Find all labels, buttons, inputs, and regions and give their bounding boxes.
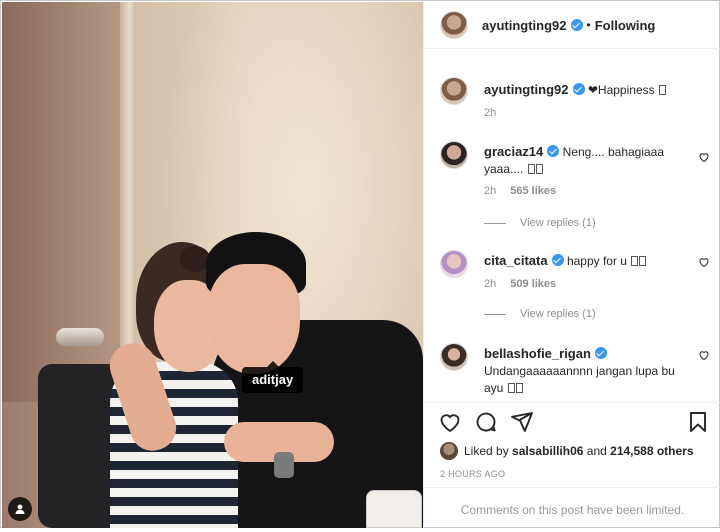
comment-time: 2h: [484, 278, 497, 290]
comment-likes[interactable]: 509 likes: [510, 278, 556, 290]
photo-man-face: [208, 264, 300, 374]
comment-username[interactable]: bellashofie_rigan: [484, 346, 591, 361]
comment-icon[interactable]: [474, 410, 498, 434]
share-icon[interactable]: [510, 410, 534, 434]
list-item: bellashofie_rigan Undangaaaaaannnn janga…: [440, 343, 710, 399]
view-replies[interactable]: View replies (1): [484, 308, 596, 320]
avatar[interactable]: [440, 11, 468, 39]
heart-icon[interactable]: [698, 151, 710, 163]
comment-time: 2h: [484, 185, 497, 197]
post-sidebar: ayutingting92 • Following ayutingting92 …: [423, 2, 720, 528]
post-header: ayutingting92 • Following: [424, 2, 720, 49]
list-item: cita_citata happy for u 2h 509 likes: [440, 250, 710, 300]
user-tag-icon[interactable]: [8, 497, 32, 521]
following-button[interactable]: Following: [595, 18, 656, 33]
caption: ayutingting92 ❤Happiness 2h: [440, 77, 710, 123]
liked-by-count[interactable]: 214,588 others: [610, 444, 693, 458]
verified-badge-icon: [572, 83, 585, 95]
action-bar: [424, 402, 720, 440]
caption-time: 2h: [484, 107, 497, 119]
caption-body: ayutingting92 ❤Happiness: [484, 81, 684, 99]
post-photo[interactable]: aditjay: [2, 2, 423, 528]
separator-dot: •: [586, 18, 591, 32]
liked-by-joiner: and: [586, 444, 607, 458]
comment-body: graciaz14 Neng.... bahagiaaa yaaa....: [484, 143, 684, 178]
emoji-glyph: [527, 164, 535, 174]
comment-body: bellashofie_rigan Undangaaaaaannnn janga…: [484, 345, 684, 397]
author-username[interactable]: ayutingting92: [482, 18, 567, 33]
comment-meta: 2h 509 likes: [484, 278, 556, 290]
emoji-glyph: [515, 383, 523, 393]
post-modal: aditjay ayutingting92 • Following ayutin…: [0, 0, 720, 528]
comments-limited-notice: Comments on this post have been limited.: [424, 487, 720, 528]
divider: [484, 313, 506, 315]
comment-body: cita_citata happy for u: [484, 252, 684, 270]
emoji-glyph: [658, 85, 666, 95]
emoji-glyph: [639, 256, 647, 266]
liked-by-user[interactable]: salsabillih06: [512, 444, 583, 458]
caption-text: ❤Happiness: [587, 83, 655, 97]
liked-by: Liked by salsabillih06 and 214,588 other…: [440, 442, 694, 460]
comments-list[interactable]: ayutingting92 ❤Happiness 2h graciaz14 Ne…: [424, 50, 720, 400]
caption-username[interactable]: ayutingting92: [484, 82, 569, 97]
photo-door-handle: [56, 328, 104, 346]
avatar[interactable]: [440, 77, 468, 105]
photo-user-tag[interactable]: aditjay: [242, 361, 304, 393]
heart-icon[interactable]: [438, 410, 462, 434]
verified-badge-icon: [547, 145, 560, 157]
post-timestamp[interactable]: 2 HOURS AGO: [440, 469, 505, 479]
comment-meta: 2h 565 likes: [484, 185, 556, 197]
view-replies-label[interactable]: View replies (1): [520, 217, 596, 229]
emoji-glyph: [507, 383, 515, 393]
comment-username[interactable]: cita_citata: [484, 253, 548, 268]
verified-badge-icon: [551, 254, 564, 266]
emoji-glyph: [631, 256, 639, 266]
verified-badge-icon: [594, 347, 607, 359]
avatar[interactable]: [440, 442, 458, 460]
avatar[interactable]: [440, 141, 468, 169]
comment-likes[interactable]: 565 likes: [510, 185, 556, 197]
view-replies[interactable]: View replies (1): [484, 217, 596, 229]
comment-text: happy for u: [566, 254, 627, 268]
emoji-glyph: [535, 164, 543, 174]
verified-badge-icon: [570, 19, 583, 31]
photo-door-frame: [120, 2, 136, 392]
list-item: graciaz14 Neng.... bahagiaaa yaaa.... 2h…: [440, 141, 710, 201]
liked-by-prefix: Liked by: [464, 444, 509, 458]
avatar[interactable]: [440, 343, 468, 371]
comment-username[interactable]: graciaz14: [484, 144, 543, 159]
divider: [484, 222, 506, 224]
heart-icon[interactable]: [698, 256, 710, 268]
bookmark-icon[interactable]: [686, 410, 710, 434]
photo-watch: [274, 452, 294, 478]
heart-icon[interactable]: [698, 349, 710, 361]
view-replies-label[interactable]: View replies (1): [520, 308, 596, 320]
avatar[interactable]: [440, 250, 468, 278]
photo-cup: [366, 490, 422, 528]
